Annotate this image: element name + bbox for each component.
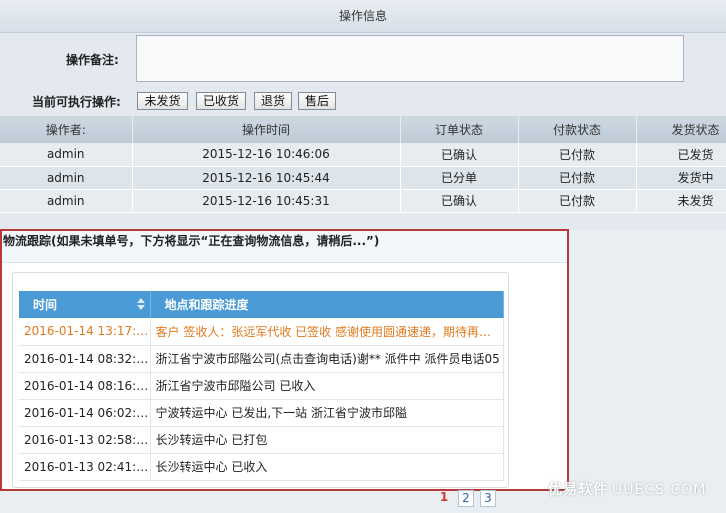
page-current: 1 <box>439 490 449 504</box>
track-place-cell: 长沙转运中心 已收入 <box>150 453 504 481</box>
col-pay-status: 付款状态 <box>518 116 637 143</box>
not-shipped-button[interactable]: 未发货 <box>137 92 188 110</box>
remark-label: 操作备注: <box>66 53 119 67</box>
table-row: 2016-01-13 02:58:06 长沙转运中心 已打包 <box>19 426 504 454</box>
table-row: 2016-01-14 13:17:22 客户 签收人：张远军代收 已签收 感谢使… <box>19 318 504 346</box>
watermark: 优易软件 UUECS.COM <box>548 478 718 502</box>
col-ship-status: 发货状态 <box>636 116 726 143</box>
col-op-time: 操作时间 <box>132 116 401 143</box>
order-status-cell: 已确认 <box>400 143 519 167</box>
watermark-cn: 优易软件 <box>548 482 608 498</box>
available-ops-label: 当前可执行操作: <box>32 95 121 109</box>
track-place-cell: 宁波转运中心 已发出,下一站 浙江省宁波市邱隘 <box>150 399 504 427</box>
logistics-tracking-box: 物流跟踪(如果未填单号，下方将显示“正在查询物流信息，请稍后...”) 时间 地… <box>0 229 569 491</box>
table-row: 2016-01-14 08:32:25 浙江省宁波市邱隘公司(点击查询电话)谢*… <box>19 345 504 373</box>
op-time-cell: 2015-12-16 10:46:06 <box>132 143 401 167</box>
op-time-cell: 2015-12-16 10:45:31 <box>132 189 401 213</box>
col-operator: 操作者: <box>0 116 133 143</box>
order-status-cell: 已分单 <box>400 166 519 190</box>
pay-status-cell: 已付款 <box>518 189 637 213</box>
ship-status-cell: 未发货 <box>636 189 726 213</box>
table-row: admin 2015-12-16 10:45:31 已确认 已付款 未发货 <box>0 189 726 213</box>
track-place-cell: 客户 签收人：张远军代收 已签收 感谢使用圆通速递，期待再次为您服务 <box>150 318 504 346</box>
track-time-cell: 2016-01-13 02:58:06 <box>19 426 151 454</box>
operation-info-panel: 操作信息 操作备注: 当前可执行操作: 未发货 已收货 退货 售后 操作者: 操… <box>0 0 726 230</box>
track-time-cell: 2016-01-14 08:32:25 <box>19 345 151 373</box>
tracking-header: 物流跟踪(如果未填单号，下方将显示“正在查询物流信息，请稍后...”) <box>2 231 567 263</box>
log-header-row: 操作者: 操作时间 订单状态 付款状态 发货状态 <box>0 116 726 143</box>
tracking-header-row: 时间 地点和跟踪进度 <box>19 291 504 318</box>
col-time[interactable]: 时间 <box>19 291 151 318</box>
track-place-cell: 浙江省宁波市邱隘公司(点击查询电话)谢** 派件中 派件员电话05 <box>150 345 504 373</box>
table-row: 2016-01-14 06:02:54 宁波转运中心 已发出,下一站 浙江省宁波… <box>19 399 504 427</box>
remark-textarea[interactable] <box>136 35 684 82</box>
after-sales-button[interactable]: 售后 <box>298 92 336 110</box>
table-row: admin 2015-12-16 10:45:44 已分单 已付款 发货中 <box>0 166 726 190</box>
tracking-panel: 时间 地点和跟踪进度 2016-01-14 13:17:22 客户 签收人：张远… <box>12 272 509 488</box>
page-link-3[interactable]: 3 <box>480 490 496 507</box>
ship-status-cell: 发货中 <box>636 166 726 190</box>
ship-status-cell: 已发货 <box>636 143 726 167</box>
track-time-cell: 2016-01-14 08:16:22 <box>19 372 151 400</box>
watermark-en: UUECS.COM <box>612 482 707 498</box>
return-button[interactable]: 退货 <box>254 92 292 110</box>
col-order-status: 订单状态 <box>400 116 519 143</box>
track-time-cell: 2016-01-13 02:41:08 <box>19 453 151 481</box>
operator-cell: admin <box>0 143 133 167</box>
operation-log-table: 操作者: 操作时间 订单状态 付款状态 发货状态 admin 2015-12-1… <box>0 116 726 213</box>
table-row: admin 2015-12-16 10:46:06 已确认 已付款 已发货 <box>0 143 726 167</box>
pay-status-cell: 已付款 <box>518 166 637 190</box>
track-place-cell: 浙江省宁波市邱隘公司 已收入 <box>150 372 504 400</box>
page-link-2[interactable]: 2 <box>458 490 474 507</box>
col-place: 地点和跟踪进度 <box>150 291 504 318</box>
track-place-cell: 长沙转运中心 已打包 <box>150 426 504 454</box>
sort-icon[interactable] <box>136 298 145 310</box>
panel-title: 操作信息 <box>0 0 726 33</box>
table-row: 2016-01-14 08:16:22 浙江省宁波市邱隘公司 已收入 <box>19 372 504 400</box>
table-row: 2016-01-13 02:41:08 长沙转运中心 已收入 <box>19 453 504 481</box>
pay-status-cell: 已付款 <box>518 143 637 167</box>
col-time-label: 时间 <box>33 298 58 312</box>
operator-cell: admin <box>0 189 133 213</box>
track-time-cell: 2016-01-14 06:02:54 <box>19 399 151 427</box>
received-button[interactable]: 已收货 <box>196 92 246 110</box>
op-time-cell: 2015-12-16 10:45:44 <box>132 166 401 190</box>
operator-cell: admin <box>0 166 133 190</box>
tracking-table: 时间 地点和跟踪进度 2016-01-14 13:17:22 客户 签收人：张远… <box>19 291 504 481</box>
order-status-cell: 已确认 <box>400 189 519 213</box>
track-time-cell: 2016-01-14 13:17:22 <box>19 318 151 346</box>
